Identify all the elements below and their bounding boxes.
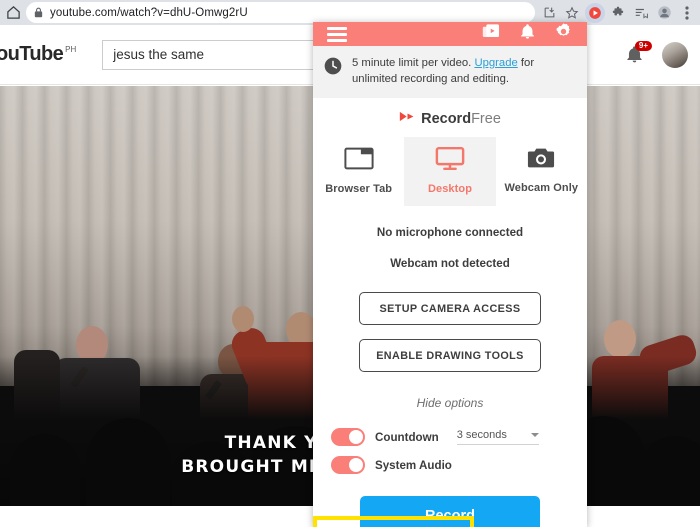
youtube-logo[interactable]: ouTube PH [0,43,76,66]
recordfree-extension-panel: 5 minute limit per video. Upgrade for un… [313,22,587,527]
tab-desktop[interactable]: Desktop [404,137,496,207]
three-dot-menu-icon[interactable] [677,3,697,23]
monitor-icon [435,146,465,176]
avatar[interactable] [662,41,688,68]
address-bar[interactable]: youtube.com/watch?v=dhU-Omwg2rU [26,2,535,23]
setup-camera-access-button[interactable]: SETUP CAMERA ACCESS [359,292,541,326]
countdown-duration-value: 3 seconds [456,429,507,442]
record-button[interactable]: Record [360,496,540,527]
system-audio-option-row: System Audio [313,456,587,475]
reading-list-icon[interactable] [631,3,651,23]
gear-icon[interactable] [554,22,573,46]
system-audio-label: System Audio [375,458,452,472]
install-app-icon[interactable] [539,3,559,23]
panel-header-actions [482,22,573,46]
hamburger-menu-icon[interactable] [327,26,347,42]
youtube-country-code: PH [65,45,77,54]
notification-badge: 9+ [634,40,652,52]
notifications-bell-icon[interactable] [519,22,536,46]
notice-text-before: 5 minute limit per video. [352,57,475,69]
tab-webcam-only[interactable]: Webcam Only [496,137,587,206]
tab-browser-tab[interactable]: Browser Tab [313,137,404,206]
star-icon[interactable] [562,3,582,23]
enable-drawing-tools-button[interactable]: ENABLE DRAWING TOOLS [359,339,541,373]
recordfree-brand: RecordFree [313,98,587,137]
upgrade-notice-text: 5 minute limit per video. Upgrade for un… [352,55,575,87]
lock-icon [34,7,43,18]
chevron-down-icon [530,433,539,438]
countdown-duration-select[interactable]: 3 seconds [456,429,539,446]
browser-window-icon [344,146,374,176]
toolbar-actions [539,2,700,23]
video-library-icon[interactable] [482,22,501,46]
camera-icon [527,146,555,175]
brand-name: RecordFree [421,111,501,127]
screenshot-root: youtube.com/watch?v=dhU-Omwg2rU ouTube P… [0,0,700,527]
tab-browser-tab-label: Browser Tab [325,183,393,196]
clock-icon [323,56,343,81]
youtube-notifications-button[interactable]: 9+ [622,40,652,67]
recordfree-extension-icon[interactable] [585,2,605,23]
url-text: youtube.com/watch?v=dhU-Omwg2rU [50,6,248,19]
capture-mode-tabs: Browser Tab Desktop Webcam Only [313,137,587,207]
youtube-header-actions: 9+ [622,40,692,68]
puzzle-piece-icon[interactable] [608,3,628,23]
panel-body: RecordFree Browser Tab Desktop Webcam On… [313,98,587,527]
hide-options-link[interactable]: Hide options [313,396,587,410]
system-audio-toggle[interactable] [331,456,365,475]
brand-name-record: Record [421,111,472,128]
brand-name-free: Free [471,111,501,128]
countdown-label: Countdown [375,430,439,444]
countdown-toggle[interactable] [331,428,365,447]
webcam-status: Webcam not detected [390,257,510,271]
search-input-value: jesus the same [113,47,205,62]
play-arrow-logo-icon [399,110,416,128]
upgrade-link[interactable]: Upgrade [474,57,517,69]
panel-header [313,22,587,46]
countdown-option-row: Countdown 3 seconds [313,428,587,447]
tab-desktop-label: Desktop [427,183,473,196]
upgrade-notice: 5 minute limit per video. Upgrade for un… [313,46,587,99]
tab-webcam-only-label: Webcam Only [504,182,579,195]
youtube-logo-text: ouTube [0,43,64,65]
microphone-status: No microphone connected [376,226,524,240]
home-icon[interactable] [0,0,26,25]
profile-avatar-icon[interactable] [654,3,674,23]
